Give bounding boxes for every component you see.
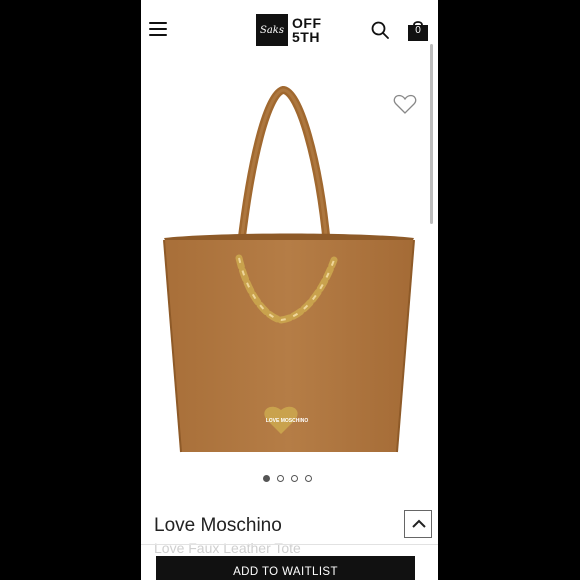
heart-icon[interactable] — [393, 93, 417, 115]
search-icon[interactable] — [371, 21, 389, 39]
carousel-dot-3[interactable] — [291, 475, 298, 482]
scrollbar[interactable] — [430, 44, 433, 224]
product-brand[interactable]: Love Moschino — [154, 515, 282, 537]
product-title: Love Faux Leather Tote — [154, 540, 301, 556]
product-image[interactable] — [159, 80, 419, 460]
divider — [141, 544, 438, 545]
saks-off-5th-logo[interactable]: Saks OFF 5TH — [256, 14, 322, 46]
site-header: Saks OFF 5TH 0 — [141, 0, 438, 58]
carousel-dot-1[interactable] — [263, 475, 270, 482]
scroll-to-top-button[interactable] — [404, 510, 432, 538]
chevron-up-icon — [412, 519, 426, 528]
logo-line-1: OFF — [292, 15, 322, 31]
logo-line-2: 5TH — [292, 29, 320, 45]
phone-screen: Saks OFF 5TH 0 LOVE MOSCHINO Love Moschi… — [141, 0, 438, 580]
add-to-waitlist-button[interactable]: ADD TO WAITLIST — [156, 556, 415, 580]
hamburger-menu-icon[interactable] — [149, 22, 167, 36]
cart-count: 0 — [415, 25, 421, 36]
logo-wordmark: OFF 5TH — [292, 16, 322, 44]
brand-plaque: LOVE MOSCHINO — [265, 418, 309, 424]
logo-mark: Saks — [256, 14, 288, 46]
carousel-dot-2[interactable] — [277, 475, 284, 482]
carousel-dot-4[interactable] — [305, 475, 312, 482]
image-carousel-dots — [263, 475, 319, 482]
